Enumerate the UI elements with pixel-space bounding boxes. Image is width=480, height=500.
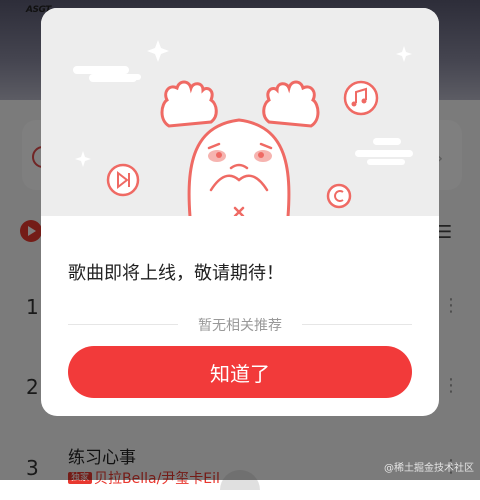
skip-icon	[106, 163, 140, 197]
copyright-icon	[326, 183, 352, 209]
cloud-icon	[73, 66, 141, 82]
deer-mascot	[160, 80, 320, 216]
got-it-button[interactable]: 知道了	[68, 346, 412, 398]
music-note-icon	[343, 80, 379, 116]
coming-soon-dialog: 歌曲即将上线，敬请期待！ 暂无相关推荐 知道了	[41, 8, 439, 416]
coming-soon-message: 歌曲即将上线，敬请期待！	[68, 263, 284, 284]
illustration	[41, 8, 439, 216]
mascot-illustration	[73, 40, 413, 216]
no-recommendation-label: 暂无相关推荐	[198, 318, 282, 334]
cloud-icon	[355, 138, 413, 165]
no-recommendation-divider: 暂无相关推荐	[68, 314, 412, 334]
divider-line	[302, 324, 412, 325]
watermark: @稀土掘金技术社区	[384, 463, 474, 474]
